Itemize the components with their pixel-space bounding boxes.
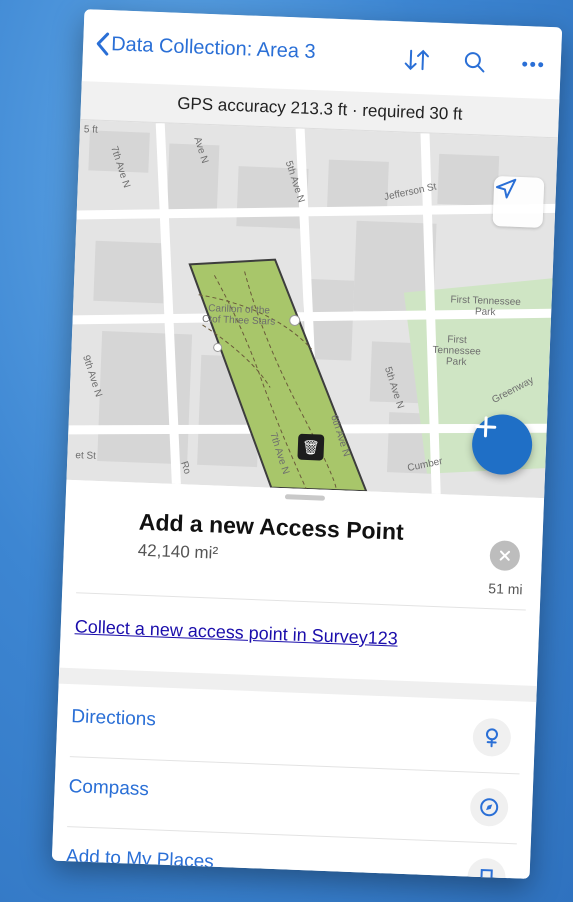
phone-screen: Data Collection: Area 3 GPS accuracy 213… xyxy=(51,9,563,879)
chevron-left-icon xyxy=(96,32,110,56)
search-icon[interactable] xyxy=(460,48,489,77)
gps-accuracy-text: GPS accuracy 213.3 ft · required 30 ft xyxy=(176,93,463,124)
back-button[interactable]: Data Collection: Area 3 xyxy=(95,32,316,64)
bookmark-icon xyxy=(466,857,507,879)
feature-distance: 51 mi xyxy=(488,580,523,598)
location-arrow-icon xyxy=(496,178,517,199)
map-label-park: First Tennessee Park xyxy=(432,334,482,369)
trash-bin-icon[interactable]: 🗑 xyxy=(297,433,325,461)
plus-icon xyxy=(475,416,497,438)
page-title: Data Collection: Area 3 xyxy=(110,32,317,63)
map-label-street: 5 ft xyxy=(83,124,99,136)
action-label: Directions xyxy=(70,706,157,731)
feature-area: 42,140 mi² xyxy=(137,540,219,563)
sort-icon[interactable] xyxy=(402,45,431,74)
divider xyxy=(76,592,526,611)
close-button[interactable] xyxy=(489,540,521,572)
feature-title: Add a new Access Point xyxy=(138,508,405,545)
map-label-park: First Tennessee Park xyxy=(450,294,521,319)
survey123-link[interactable]: Collect a new access point in Survey123 xyxy=(74,616,398,649)
sheet-grab-handle[interactable] xyxy=(284,494,326,501)
feature-sheet: Add a new Access Point 42,140 mi² 51 mi … xyxy=(51,479,545,879)
directions-icon xyxy=(472,717,512,758)
close-icon xyxy=(499,550,511,561)
locate-button[interactable] xyxy=(492,175,545,228)
nav-actions xyxy=(402,45,547,79)
action-label: Compass xyxy=(68,776,150,801)
more-icon[interactable] xyxy=(518,50,547,79)
action-label: Add to My Places xyxy=(65,846,215,873)
map-view[interactable]: 7th Ave N 5th Ave N Ave N Jefferson St F… xyxy=(66,120,558,499)
map-label-street: et St xyxy=(75,450,97,462)
compass-icon xyxy=(469,787,509,827)
map-label-landmark: Carillon of the Ctof Three Stars xyxy=(201,303,276,328)
